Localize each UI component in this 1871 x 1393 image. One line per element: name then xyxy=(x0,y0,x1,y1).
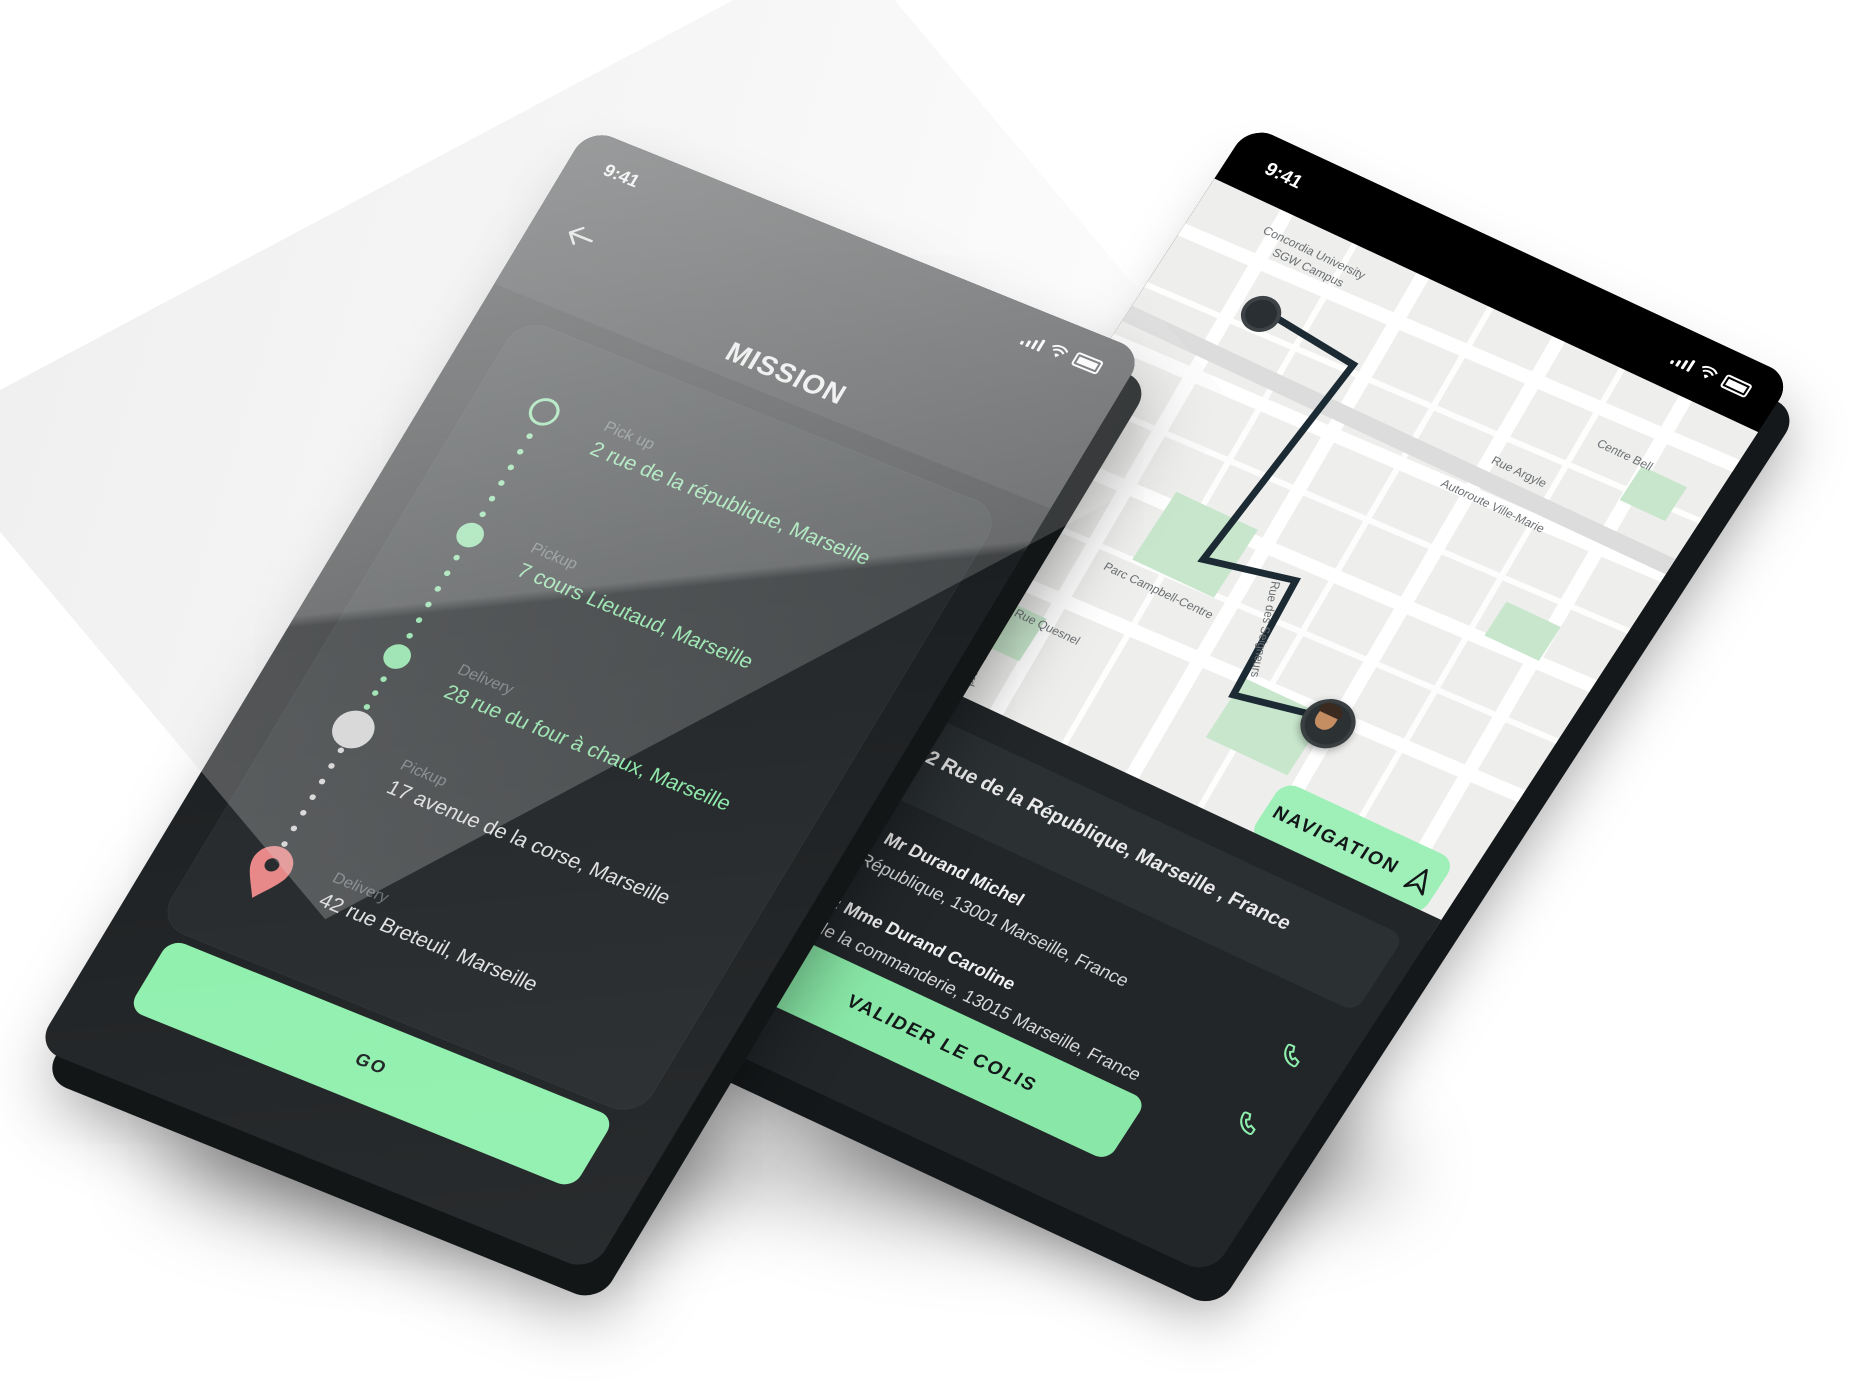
battery-icon xyxy=(1070,351,1105,376)
stop-marker-filled xyxy=(456,522,484,548)
signal-icon xyxy=(1019,332,1046,352)
navigation-arrow-icon xyxy=(1403,868,1429,896)
status-time: 9:41 xyxy=(1260,159,1307,193)
wifi-icon xyxy=(1701,365,1718,379)
stop-marker-outline xyxy=(528,398,560,426)
battery-icon xyxy=(1719,373,1753,399)
scene: 9:41 Concordia University SGW Campus Rue… xyxy=(0,0,1871,1393)
wifi-icon xyxy=(1052,344,1069,358)
back-arrow-icon[interactable] xyxy=(561,221,599,252)
stop-marker-filled xyxy=(383,644,411,669)
destination-pin-icon xyxy=(249,846,294,898)
stop-marker-current xyxy=(332,710,375,749)
status-icons xyxy=(1669,350,1753,399)
status-time: 9:41 xyxy=(599,160,644,192)
signal-icon xyxy=(1669,351,1697,373)
go-label: GO xyxy=(351,1048,392,1078)
status-icons xyxy=(1019,331,1105,376)
